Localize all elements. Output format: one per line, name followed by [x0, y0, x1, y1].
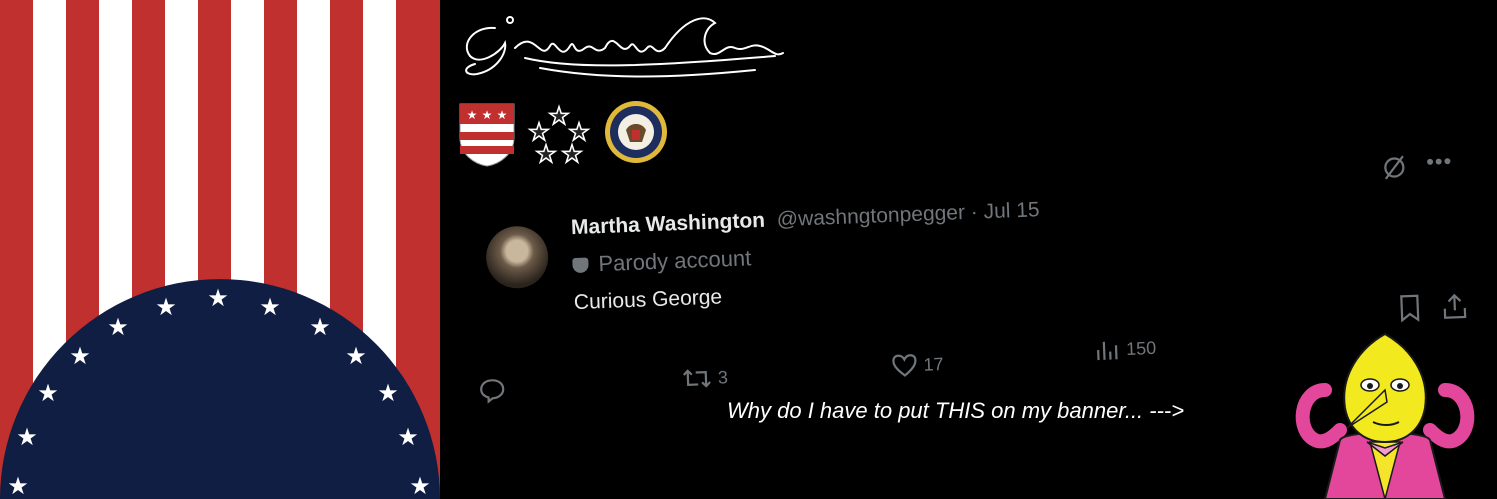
grok-icon — [1381, 154, 1408, 181]
flag-graphic: ★ ★ ★ ★ ★ ★ ★ ★ ★ ★ ★ ★ ★ — [0, 0, 440, 499]
lemon-character-icon — [1295, 332, 1475, 499]
views-count: 150 — [1125, 337, 1157, 359]
views-button: 150 — [1094, 336, 1157, 362]
like-count: 17 — [923, 353, 944, 375]
svg-text:★: ★ — [397, 423, 419, 451]
svg-text:★: ★ — [37, 379, 59, 407]
parody-label: Parody account — [572, 245, 752, 278]
more-options-icon: ••• — [1425, 148, 1453, 175]
svg-text:★: ★ — [482, 108, 493, 122]
svg-text:★: ★ — [345, 342, 367, 370]
svg-text:★: ★ — [409, 472, 431, 499]
svg-text:★: ★ — [7, 472, 29, 499]
retweet-button: 3 — [681, 365, 728, 391]
svg-text:★: ★ — [69, 342, 91, 370]
heart-icon — [892, 354, 917, 377]
mask-icon — [572, 257, 589, 274]
reply-icon — [479, 377, 506, 404]
svg-text:★: ★ — [497, 108, 508, 122]
like-button: 17 — [891, 352, 944, 378]
svg-text:★: ★ — [548, 102, 570, 130]
signature-graphic — [465, 16, 784, 78]
tweet-author: Martha Washington @washngtonpegger · Jul… — [571, 198, 1040, 240]
banner-caption: Why do I have to put THIS on my banner..… — [727, 398, 1185, 423]
svg-text:★: ★ — [259, 293, 281, 321]
avatar — [484, 225, 550, 290]
views-icon — [1097, 341, 1118, 361]
tweet-text: Curious George — [573, 285, 723, 315]
share-icon — [1441, 292, 1468, 321]
svg-text:★: ★ — [16, 423, 38, 451]
svg-text:★: ★ — [377, 379, 399, 407]
svg-text:★: ★ — [309, 313, 331, 341]
bookmark-icon — [1397, 294, 1422, 323]
display-name: Martha Washington — [570, 208, 766, 240]
retweet-count: 3 — [717, 366, 729, 388]
handle-date: @washngtonpegger · Jul 15 — [776, 198, 1041, 232]
svg-text:★: ★ — [155, 293, 177, 321]
svg-text:★: ★ — [467, 108, 478, 122]
svg-text:★: ★ — [207, 284, 229, 312]
svg-text:★: ★ — [107, 313, 129, 341]
retweet-icon — [682, 369, 711, 388]
